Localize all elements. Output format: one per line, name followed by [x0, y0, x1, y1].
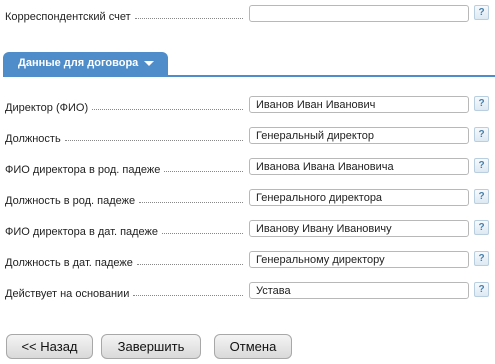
- contract-data-tab-label: Данные для договора: [18, 57, 139, 69]
- director-name-genitive-label-wrap: ФИО директора в род. падеже: [5, 160, 245, 176]
- help-icon[interactable]: ?: [474, 127, 489, 142]
- director-name-row: Директор (ФИО) ?: [0, 96, 495, 116]
- position-dative-input[interactable]: [249, 251, 469, 268]
- help-icon[interactable]: ?: [474, 96, 489, 111]
- label-leader-dots: [92, 109, 243, 110]
- director-name-dative-label: ФИО директора в дат. падеже: [5, 226, 159, 238]
- correspondent-account-label-wrap: Корреспондентский счет: [5, 7, 245, 23]
- correspondent-account-input[interactable]: [249, 5, 469, 22]
- position-genitive-row: Должность в род. падеже ?: [0, 189, 495, 209]
- contract-data-tab[interactable]: Данные для договора: [3, 52, 168, 76]
- label-leader-dots: [133, 295, 243, 296]
- acting-basis-label-wrap: Действует на основании: [5, 284, 245, 300]
- help-icon[interactable]: ?: [474, 251, 489, 266]
- position-genitive-input[interactable]: [249, 189, 469, 206]
- help-icon[interactable]: ?: [474, 158, 489, 173]
- correspondent-account-label: Корреспондентский счет: [5, 11, 131, 23]
- label-leader-dots: [139, 202, 243, 203]
- correspondent-account-row: Корреспондентский счет ?: [0, 5, 495, 25]
- chevron-down-icon: [144, 60, 155, 66]
- position-dative-row: Должность в дат. падеже ?: [0, 251, 495, 271]
- label-leader-dots: [134, 18, 243, 19]
- acting-basis-row: Действует на основании ?: [0, 282, 495, 302]
- position-dative-label-wrap: Должность в дат. падеже: [5, 253, 245, 269]
- director-name-input[interactable]: [249, 96, 469, 113]
- tab-underline: [3, 75, 495, 77]
- acting-basis-label: Действует на основании: [5, 288, 130, 300]
- position-genitive-label: Должность в род. падеже: [5, 195, 136, 207]
- director-name-genitive-label: ФИО директора в род. падеже: [5, 164, 161, 176]
- help-icon[interactable]: ?: [474, 189, 489, 204]
- director-name-dative-label-wrap: ФИО директора в дат. падеже: [5, 222, 245, 238]
- label-leader-dots: [136, 264, 243, 265]
- position-label: Должность: [5, 133, 61, 145]
- director-name-label-wrap: Директор (ФИО): [5, 98, 245, 114]
- acting-basis-input[interactable]: [249, 282, 469, 299]
- help-icon[interactable]: ?: [474, 5, 489, 20]
- help-icon[interactable]: ?: [474, 282, 489, 297]
- position-genitive-label-wrap: Должность в род. падеже: [5, 191, 245, 207]
- position-label-wrap: Должность: [5, 129, 245, 145]
- back-button[interactable]: << Назад: [6, 334, 93, 359]
- finish-button[interactable]: Завершить: [101, 334, 201, 359]
- label-leader-dots: [164, 171, 243, 172]
- position-dative-label: Должность в дат. падеже: [5, 257, 133, 269]
- director-name-genitive-row: ФИО директора в род. падеже ?: [0, 158, 495, 178]
- director-name-genitive-input[interactable]: [249, 158, 469, 175]
- director-name-dative-row: ФИО директора в дат. падеже ?: [0, 220, 495, 240]
- label-leader-dots: [64, 140, 243, 141]
- director-name-dative-input[interactable]: [249, 220, 469, 237]
- label-leader-dots: [162, 233, 243, 234]
- help-icon[interactable]: ?: [474, 220, 489, 235]
- cancel-button[interactable]: Отмена: [214, 334, 292, 359]
- position-input[interactable]: [249, 127, 469, 144]
- director-name-label: Директор (ФИО): [5, 102, 89, 114]
- position-row: Должность ?: [0, 127, 495, 147]
